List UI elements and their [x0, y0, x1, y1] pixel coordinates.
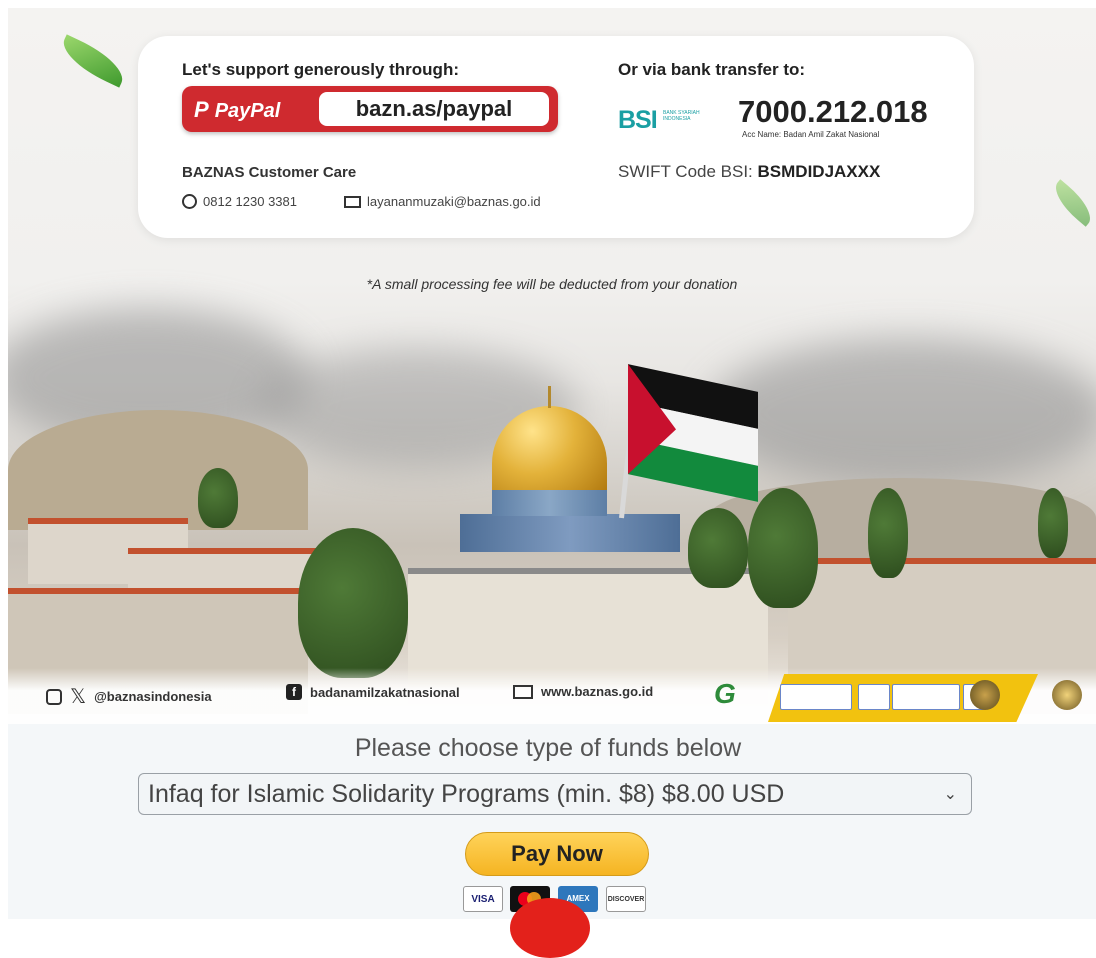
website-contact: www.baznas.go.id — [513, 684, 653, 699]
bsi-logo-subtitle: BANK SYARIAH INDONESIA — [663, 110, 700, 122]
discover-card-icon: DISCOVER — [606, 886, 646, 912]
swift-code-line: SWIFT Code BSI: BSMDIDJAXXX — [618, 162, 880, 182]
laptop-icon — [513, 684, 533, 699]
fund-type-select[interactable]: Infaq for Islamic Solidarity Programs (m… — [138, 773, 972, 815]
swift-label: SWIFT Code BSI: — [618, 162, 753, 181]
paypal-box[interactable]: P PayPal bazn.as/paypal — [182, 86, 558, 132]
facebook-icon: f — [286, 684, 302, 700]
phone-number: 0812 1230 3381 — [203, 194, 297, 209]
donation-info-card: Let's support generously through: P PayPa… — [138, 36, 974, 238]
pay-now-button[interactable]: Pay Now — [465, 832, 649, 876]
paypal-url[interactable]: bazn.as/paypal — [319, 92, 549, 126]
choose-funds-label: Please choose type of funds below — [354, 734, 742, 762]
chevron-down-icon: ⌄ — [943, 786, 957, 803]
email-address: layananmuzaki@baznas.go.id — [367, 194, 541, 209]
social-facebook: f badanamilzakatnasional — [286, 684, 460, 700]
donation-banner: Let's support generously through: P PayPa… — [8, 8, 1096, 724]
paypal-logo: P PayPal — [194, 97, 281, 122]
customer-care-title: BAZNAS Customer Care — [182, 164, 357, 181]
x-icon: 𝕏 — [70, 686, 87, 708]
account-number: 7000.212.018 — [738, 94, 928, 129]
social-instagram-x: 𝕏 @baznasindonesia — [46, 684, 212, 709]
mail-icon — [344, 195, 361, 208]
social-handle: @baznasindonesia — [94, 689, 212, 704]
whatsapp-icon — [182, 194, 197, 209]
red-circle-decoration — [510, 898, 590, 958]
mosque-base — [460, 514, 680, 552]
certification-badge — [780, 684, 852, 710]
bsi-logo: BSI — [618, 106, 658, 134]
award-medal-icon — [970, 680, 1000, 710]
certification-badge — [858, 684, 890, 710]
facebook-handle: badanamilzakatnasional — [310, 684, 460, 700]
support-title: Let's support generously through: — [182, 60, 459, 79]
phone-contact: 0812 1230 3381 — [182, 194, 297, 209]
website-url: www.baznas.go.id — [541, 684, 654, 699]
instagram-icon — [46, 688, 62, 705]
leaf-decoration — [55, 34, 131, 88]
bank-transfer-title: Or via bank transfer to: — [618, 60, 806, 79]
email-contact: layananmuzaki@baznas.go.id — [344, 194, 541, 209]
account-name: Acc Name: Badan Amil Zakat Nasional — [742, 130, 880, 139]
gp-logo: G — [714, 678, 736, 709]
leaf-decoration — [1047, 179, 1096, 227]
award-seal-icon — [1052, 680, 1082, 710]
paypal-icon: P — [194, 97, 209, 122]
visa-card-icon: VISA — [463, 886, 503, 912]
selected-fund: Infaq for Islamic Solidarity Programs (m… — [148, 780, 785, 808]
fee-note: *A small processing fee will be deducted… — [366, 276, 738, 292]
certification-badge — [892, 684, 960, 710]
palestine-flag — [628, 364, 758, 502]
swift-code: BSMDIDJAXXX — [757, 162, 881, 181]
golden-dome — [492, 406, 607, 490]
